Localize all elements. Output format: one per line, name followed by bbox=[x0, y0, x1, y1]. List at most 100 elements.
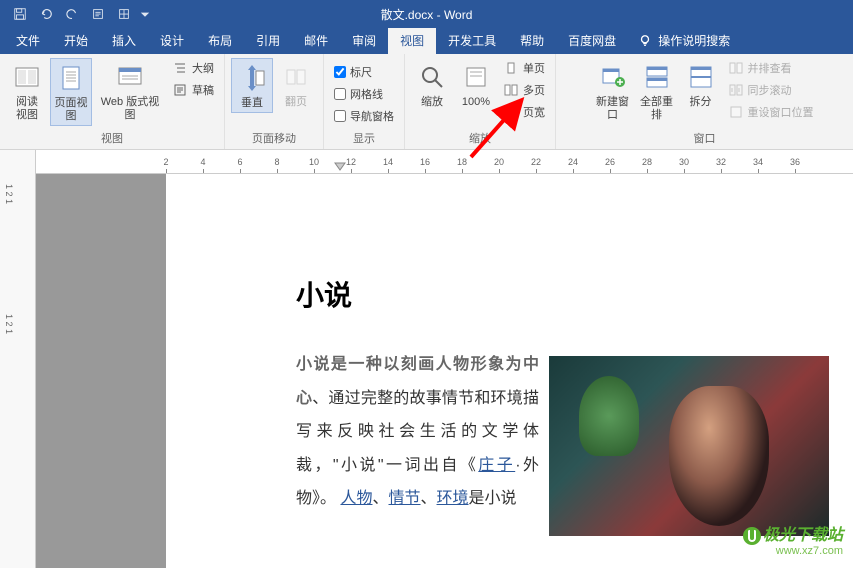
split-button[interactable]: 拆分 bbox=[680, 58, 722, 111]
tab-baidu[interactable]: 百度网盘 bbox=[556, 27, 628, 54]
navpane-checkbox[interactable]: 导航窗格 bbox=[330, 106, 398, 126]
tab-view[interactable]: 视图 bbox=[388, 27, 436, 54]
lightbulb-icon bbox=[638, 34, 652, 48]
link-qingjie[interactable]: 情节 bbox=[389, 490, 421, 507]
tab-start[interactable]: 开始 bbox=[52, 27, 100, 54]
vertical-icon bbox=[235, 61, 269, 95]
ruler-number: 18 bbox=[457, 157, 467, 167]
flip-icon bbox=[279, 60, 313, 94]
draft-button[interactable]: 草稿 bbox=[168, 80, 218, 100]
tell-me-label: 操作说明搜索 bbox=[658, 32, 730, 49]
tab-dev[interactable]: 开发工具 bbox=[436, 27, 508, 54]
onepage-button[interactable]: 单页 bbox=[499, 58, 549, 78]
zoom-icon bbox=[415, 60, 449, 94]
ruler-area: 24681012141618202224262830323436 bbox=[0, 150, 853, 174]
resetpos-icon bbox=[728, 104, 744, 120]
pagewidth-icon bbox=[503, 104, 519, 120]
ruler-number: 22 bbox=[531, 157, 541, 167]
save-icon[interactable] bbox=[8, 2, 32, 26]
multipage-button[interactable]: 多页 bbox=[499, 80, 549, 100]
tab-references[interactable]: 引用 bbox=[244, 27, 292, 54]
syncscroll-icon bbox=[728, 82, 744, 98]
ruler-number: 6 bbox=[237, 157, 242, 167]
tab-help[interactable]: 帮助 bbox=[508, 27, 556, 54]
ruler-number: 2 bbox=[163, 157, 168, 167]
horizontal-ruler[interactable]: 24681012141618202224262830323436 bbox=[36, 150, 853, 174]
document-title: 散文.docx - Word bbox=[381, 6, 473, 23]
read-view-icon bbox=[10, 60, 44, 94]
doc-body[interactable]: 小说是一种以刻画人物形象为中心、通过完整的故事情节和环境描写来反映社会生活的文学… bbox=[296, 348, 829, 516]
zoom-100-button[interactable]: 100% bbox=[455, 58, 497, 111]
tell-me[interactable]: 操作说明搜索 bbox=[628, 27, 740, 54]
tab-review[interactable]: 审阅 bbox=[340, 27, 388, 54]
ruler-number: 24 bbox=[568, 157, 578, 167]
onepage-icon bbox=[503, 60, 519, 76]
undo-icon[interactable] bbox=[34, 2, 58, 26]
arrange-icon bbox=[640, 60, 674, 94]
qat-btn-1[interactable] bbox=[86, 2, 110, 26]
redo-icon[interactable] bbox=[60, 2, 84, 26]
web-view-button[interactable]: Web 版式视图 bbox=[94, 58, 166, 124]
ruler-number: 32 bbox=[716, 157, 726, 167]
outline-button[interactable]: 大纲 bbox=[168, 58, 218, 78]
outline-icon bbox=[172, 60, 188, 76]
title-bar: 散文.docx - Word bbox=[0, 0, 853, 28]
ruler-number: 16 bbox=[420, 157, 430, 167]
document-area: 1 2 1 1 2 1 小说 小说是一种以刻画人物形象为中心、通过完整的故事情节… bbox=[0, 174, 853, 568]
tab-design[interactable]: 设计 bbox=[148, 27, 196, 54]
sidebyside-icon bbox=[728, 60, 744, 76]
page-view-button[interactable]: 页面视图 bbox=[50, 58, 92, 126]
group-pagemove: 垂直 翻页 页面移动 bbox=[225, 54, 324, 149]
tab-layout[interactable]: 布局 bbox=[196, 27, 244, 54]
tab-insert[interactable]: 插入 bbox=[100, 27, 148, 54]
arrange-all-button[interactable]: 全部重排 bbox=[636, 58, 678, 124]
ruler-number: 8 bbox=[274, 157, 279, 167]
ruler-number: 28 bbox=[642, 157, 652, 167]
group-views: 阅读 视图 页面视图 Web 版式视图 大纲 草稿 视图 bbox=[0, 54, 225, 149]
new-window-icon bbox=[596, 60, 630, 94]
sidebyside-button: 并排查看 bbox=[724, 58, 818, 78]
draft-icon bbox=[172, 82, 188, 98]
ruler-checkbox[interactable]: 标尺 bbox=[330, 62, 398, 82]
doc-heading[interactable]: 小说 bbox=[296, 274, 829, 314]
multipage-icon bbox=[503, 82, 519, 98]
vertical-ruler[interactable]: 1 2 1 1 2 1 bbox=[0, 174, 36, 568]
watermark: 极光下载站 www.xz7.com bbox=[743, 526, 843, 558]
resetpos-button: 重设窗口位置 bbox=[724, 102, 818, 122]
ribbon: 阅读 视图 页面视图 Web 版式视图 大纲 草稿 视图 垂直 bbox=[0, 54, 853, 150]
page-view-icon bbox=[54, 61, 88, 95]
ruler-number: 26 bbox=[605, 157, 615, 167]
quick-access-toolbar bbox=[0, 2, 152, 26]
syncscroll-button: 同步滚动 bbox=[724, 80, 818, 100]
link-zhuangzi[interactable]: 庄子 bbox=[478, 457, 515, 474]
ruler-number: 10 bbox=[309, 157, 319, 167]
group-window: 新建窗口 全部重排 拆分 并排查看 同步滚动 重设窗口位置 窗口 bbox=[556, 54, 853, 149]
ruler-corner bbox=[0, 150, 36, 174]
pagewidth-button[interactable]: 页宽 bbox=[499, 102, 549, 122]
indent-marker[interactable] bbox=[334, 162, 346, 174]
link-renwu[interactable]: 人物 bbox=[340, 490, 372, 507]
new-window-button[interactable]: 新建窗口 bbox=[592, 58, 634, 124]
tab-file[interactable]: 文件 bbox=[4, 27, 52, 54]
flip-button: 翻页 bbox=[275, 58, 317, 111]
zoom-button[interactable]: 缩放 bbox=[411, 58, 453, 111]
group-show: 标尺 网格线 导航窗格 显示 bbox=[324, 54, 405, 149]
ruler-number: 12 bbox=[346, 157, 356, 167]
split-icon bbox=[684, 60, 718, 94]
read-view-button[interactable]: 阅读 视图 bbox=[6, 58, 48, 124]
ruler-number: 4 bbox=[200, 157, 205, 167]
ruler-number: 14 bbox=[383, 157, 393, 167]
group-zoom: 缩放 100% 单页 多页 页宽 缩放 bbox=[405, 54, 556, 149]
web-view-icon bbox=[113, 60, 147, 94]
qat-btn-2[interactable] bbox=[112, 2, 136, 26]
page[interactable]: 小说 小说是一种以刻画人物形象为中心、通过完整的故事情节和环境描写来反映社会生活… bbox=[166, 174, 853, 568]
vertical-button[interactable]: 垂直 bbox=[231, 58, 273, 113]
ruler-number: 36 bbox=[790, 157, 800, 167]
tab-mail[interactable]: 邮件 bbox=[292, 27, 340, 54]
qat-dropdown-icon[interactable] bbox=[138, 2, 152, 26]
gridlines-checkbox[interactable]: 网格线 bbox=[330, 84, 398, 104]
doc-image[interactable] bbox=[549, 356, 829, 536]
watermark-icon bbox=[743, 527, 761, 545]
ruler-number: 30 bbox=[679, 157, 689, 167]
link-huanjing[interactable]: 环境 bbox=[437, 490, 469, 507]
